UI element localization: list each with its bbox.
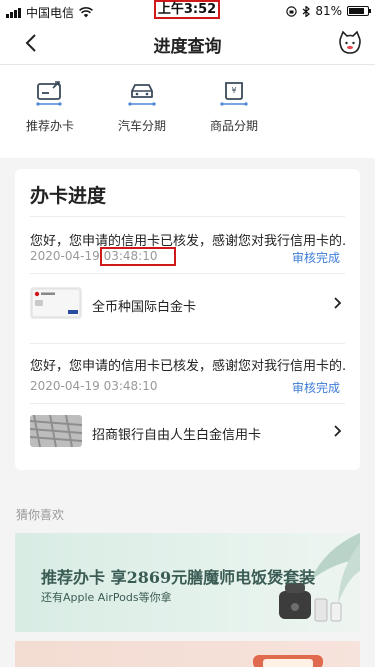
promo-banner-2[interactable] — [15, 641, 360, 667]
divider — [30, 403, 345, 404]
divider — [30, 343, 345, 344]
recommend-label: 猜你喜欢 — [16, 508, 65, 522]
status-badge: 审核完成 — [291, 251, 340, 265]
progress-card: 办卡进度 您好，您申请的信用卡已核发，感谢您对我行信用卡的... 2020-04… — [15, 169, 360, 470]
battery-icon — [347, 6, 371, 16]
quick-nav-label: 商品分期 — [209, 119, 258, 133]
chevron-right-icon — [334, 425, 342, 437]
credit-card-thumbnail — [30, 287, 82, 319]
progress-date: 2020-04-19 — [30, 379, 100, 393]
orientation-lock-icon — [286, 5, 298, 17]
progress-meta: 2020-04-19 03:48:10 审核完成 — [30, 377, 345, 397]
mascot-icon[interactable] — [337, 30, 363, 56]
svg-text:¥: ¥ — [231, 86, 236, 95]
status-badge: 审核完成 — [291, 381, 340, 395]
quick-nav-recommend-card[interactable]: 推荐办卡 — [10, 81, 90, 134]
card-share-icon — [36, 81, 62, 106]
page-title: 进度查询 — [153, 37, 222, 57]
banner-subtitle: 还有Apple AirPods等你拿 — [41, 591, 172, 604]
credit-card-thumbnail — [30, 415, 82, 447]
progress-title: 办卡进度 — [30, 185, 107, 207]
progress-time: 03:48:10 — [103, 379, 158, 393]
nav-bar: 进度查询 — [0, 22, 375, 65]
status-right: 81% — [286, 4, 371, 18]
banner-title: 推荐办卡 享2869元膳魔师电饭煲套装 — [41, 568, 316, 587]
progress-meta: 2020-04-19 03:48:10 审核完成 — [30, 247, 345, 267]
ticket-graphic — [253, 655, 323, 667]
wifi-icon — [79, 7, 93, 18]
chevron-right-icon — [334, 297, 342, 309]
battery-percent: 81% — [315, 4, 342, 18]
time-highlight-box — [100, 247, 176, 266]
status-bar: 中国电信 上午3:52 81% — [0, 0, 375, 22]
quick-nav-goods-installment[interactable]: ¥ 商品分期 — [194, 81, 274, 134]
divider — [30, 216, 345, 217]
shopping-bag-icon: ¥ — [220, 82, 248, 106]
divider — [30, 273, 345, 274]
signal-icon — [6, 7, 21, 18]
quick-nav-car-installment[interactable]: 汽车分期 — [102, 81, 182, 134]
bluetooth-icon — [302, 5, 311, 17]
status-left: 中国电信 — [6, 4, 93, 21]
car-icon — [128, 84, 156, 106]
progress-datetime: 2020-04-19 03:48:10 — [30, 379, 157, 393]
progress-message: 您好，您申请的信用卡已核发，感谢您对我行信用卡的... — [30, 359, 345, 374]
card-name: 全币种国际白金卡 — [92, 300, 197, 315]
progress-date: 2020-04-19 — [30, 249, 100, 263]
quick-nav: 推荐办卡 汽车分期 ¥ 商品分期 — [0, 65, 375, 158]
quick-nav-label: 汽车分期 — [117, 119, 166, 133]
card-row[interactable]: 招商银行自由人生白金信用卡 — [30, 415, 345, 449]
card-row[interactable]: 全币种国际白金卡 — [30, 287, 345, 321]
status-time: 上午3:52 — [154, 0, 220, 19]
card-name: 招商银行自由人生白金信用卡 — [92, 428, 262, 443]
carrier-name: 中国电信 — [26, 6, 75, 20]
promo-banner[interactable]: 推荐办卡 享2869元膳魔师电饭煲套装 还有Apple AirPods等你拿 — [15, 533, 360, 632]
quick-nav-label: 推荐办卡 — [25, 119, 74, 133]
